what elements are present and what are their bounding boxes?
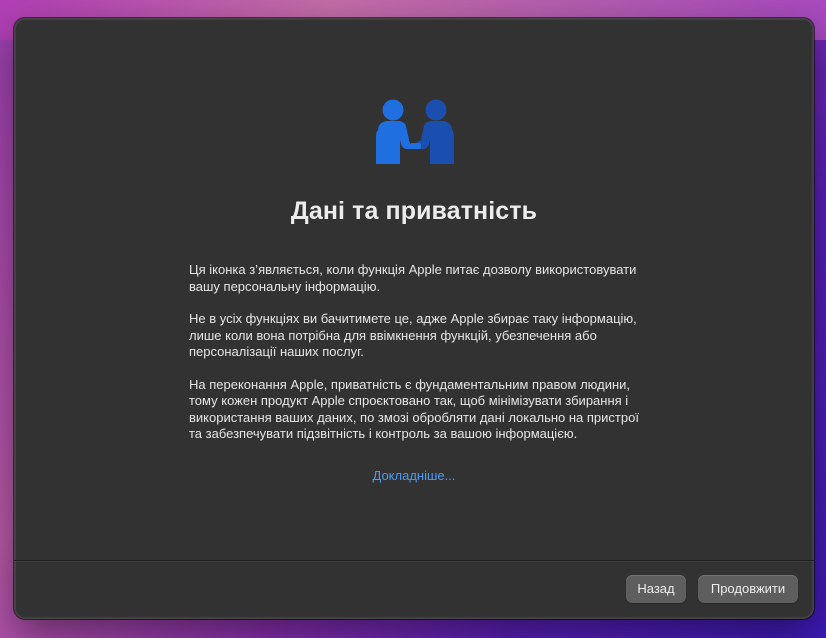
continue-button[interactable]: Продовжити bbox=[698, 575, 798, 603]
page-title: Дані та приватність bbox=[290, 197, 538, 225]
back-button[interactable]: Назад bbox=[626, 575, 686, 603]
paragraph-privacy-right: На переконання Apple, приватність є фунд… bbox=[189, 376, 639, 442]
footer-divider bbox=[14, 560, 814, 561]
paragraph-data-collection: Не в усіх функціях ви бачитимете це, адж… bbox=[189, 311, 637, 359]
paragraph-icon-explanation: Ця іконка з’являється, коли функція Appl… bbox=[189, 262, 637, 294]
privacy-handshake-icon bbox=[376, 99, 454, 164]
privacy-description: Ця іконка з’являється, коли функція Appl… bbox=[189, 262, 649, 459]
learn-more-link[interactable]: Докладніше... bbox=[14, 468, 814, 483]
privacy-setup-window: Дані та приватність Ця іконка з’являєтьс… bbox=[14, 18, 814, 619]
